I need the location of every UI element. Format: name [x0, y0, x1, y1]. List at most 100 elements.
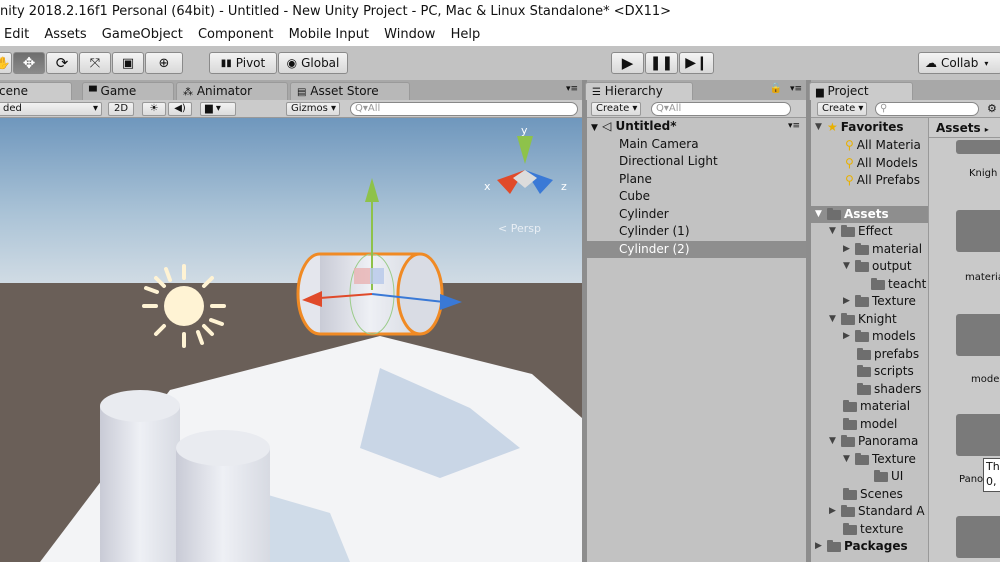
panel-menu-icon[interactable]: ▾≡: [566, 84, 578, 94]
panel-menu-icon[interactable]: ▾≡: [790, 84, 802, 94]
collapse-arrow-icon[interactable]: ▶: [843, 328, 855, 345]
collapse-arrow-icon[interactable]: ▶: [815, 538, 827, 555]
hierarchy-item[interactable]: Cube: [587, 188, 806, 205]
rect-tool-button[interactable]: ▣: [112, 52, 144, 74]
tab-scene[interactable]: cene: [0, 82, 72, 100]
tree-item[interactable]: teacht: [871, 276, 926, 293]
favorite-item[interactable]: ⚲ All Prefabs: [845, 172, 920, 189]
project-create-dropdown[interactable]: Create ▾: [817, 102, 867, 116]
menu-assets[interactable]: Assets: [44, 27, 86, 42]
tab-project[interactable]: ▆ Project: [809, 82, 913, 100]
unity-logo-icon: ◁: [602, 119, 612, 133]
lighting-toggle[interactable]: ☀: [142, 102, 166, 116]
pivot-toggle[interactable]: ▮▮ Pivot: [209, 52, 277, 74]
hand-tool-button[interactable]: ✋: [0, 52, 12, 74]
hierarchy-item[interactable]: Cylinder: [587, 206, 806, 223]
tree-item[interactable]: ▼ Texture: [843, 451, 916, 468]
hierarchy-item[interactable]: Cylinder (1): [587, 223, 806, 240]
tree-item[interactable]: UI: [874, 468, 903, 485]
menu-window[interactable]: Window: [384, 27, 435, 42]
collapse-arrow-icon[interactable]: ▶: [829, 503, 841, 520]
menu-edit[interactable]: Edit: [4, 27, 29, 42]
tree-item[interactable]: ▼ Effect: [829, 223, 893, 240]
global-toggle[interactable]: ◉ Global: [278, 52, 348, 74]
tree-item[interactable]: model: [843, 416, 897, 433]
tree-item[interactable]: Scenes: [843, 486, 903, 503]
menu-help[interactable]: Help: [451, 27, 481, 42]
grid-folder-icon[interactable]: [956, 140, 1000, 154]
favorite-item[interactable]: ⚲ All Materia: [845, 137, 921, 154]
tree-item[interactable]: material: [843, 398, 910, 415]
menu-mobile-input[interactable]: Mobile Input: [289, 27, 369, 42]
tree-item[interactable]: ▼ Knight: [829, 311, 897, 328]
image-icon: ▆: [205, 103, 213, 114]
gizmos-dropdown[interactable]: Gizmos ▾: [286, 102, 340, 116]
project-search-input[interactable]: ⚲: [875, 102, 979, 116]
grid-folder-icon[interactable]: [956, 210, 1000, 252]
filter-icon[interactable]: ⚙: [987, 102, 997, 115]
tree-item-label: prefabs: [874, 347, 920, 361]
tree-item[interactable]: ▼ output: [843, 258, 912, 275]
hierarchy-item[interactable]: Directional Light: [587, 153, 806, 170]
tree-item[interactable]: ▶ Texture: [843, 293, 916, 310]
menu-gameobject[interactable]: GameObject: [102, 27, 183, 42]
menu-component[interactable]: Component: [198, 27, 273, 42]
tab-game[interactable]: ▀ Game: [82, 82, 174, 100]
chevron-down-icon: ▾: [215, 103, 221, 114]
expand-arrow-icon[interactable]: ▼: [843, 258, 855, 275]
scene-canvas[interactable]: y x z < Persp: [0, 118, 582, 562]
grid-folder-icon[interactable]: [956, 516, 1000, 558]
tab-animator[interactable]: ⁂ Animator: [176, 82, 288, 100]
collab-dropdown[interactable]: ☁ Collab ▾: [918, 52, 1000, 74]
grid-folder-icon[interactable]: [956, 414, 1000, 456]
shading-mode-dropdown[interactable]: ded ▾: [0, 102, 102, 116]
favorite-item[interactable]: ⚲ All Models: [845, 155, 918, 172]
tree-item[interactable]: prefabs: [857, 346, 919, 363]
folder-icon: ▆: [816, 87, 824, 98]
tab-hierarchy[interactable]: ☰ Hierarchy: [585, 82, 693, 100]
packages-root[interactable]: ▶ Packages: [815, 538, 908, 555]
hierarchy-item-selected[interactable]: Cylinder (2): [587, 241, 806, 258]
tree-item[interactable]: ▶ Standard A: [829, 503, 925, 520]
tree-item[interactable]: texture: [843, 521, 903, 538]
scene-viewport[interactable]: y x z < Persp: [0, 118, 582, 562]
hierarchy-create-dropdown[interactable]: Create ▾: [591, 102, 641, 116]
scale-tool-button[interactable]: ⤧: [79, 52, 111, 74]
sun-core: [164, 286, 204, 326]
expand-arrow-icon[interactable]: ▼: [829, 311, 841, 328]
favorites-header[interactable]: ▼ ★ Favorites: [815, 119, 903, 136]
tree-item[interactable]: shaders: [857, 381, 921, 398]
audio-toggle[interactable]: ◀): [168, 102, 192, 116]
move-tool-button[interactable]: ✥: [13, 52, 45, 74]
hierarchy-search-input[interactable]: Q▾All: [651, 102, 791, 116]
expand-arrow-icon[interactable]: ▼: [843, 451, 855, 468]
expand-arrow-icon[interactable]: ▼: [829, 223, 841, 240]
rotate-tool-button[interactable]: ⟳: [46, 52, 78, 74]
assets-root[interactable]: ▼ Assets: [811, 206, 928, 223]
scene-search-input[interactable]: Q▾All: [350, 102, 578, 116]
collapse-arrow-icon[interactable]: ▶: [843, 293, 855, 310]
grid-folder-icon[interactable]: [956, 314, 1000, 356]
toggle-2d-button[interactable]: 2D: [108, 102, 134, 116]
expand-arrow-icon[interactable]: ▼: [591, 123, 598, 133]
hierarchy-item[interactable]: Plane: [587, 171, 806, 188]
effects-dropdown[interactable]: ▆ ▾: [200, 102, 236, 116]
expand-arrow-icon[interactable]: ▼: [829, 433, 841, 450]
hierarchy-scene-row[interactable]: ▼ ◁ Untitled* ▾≡: [587, 118, 806, 135]
tab-asset-store[interactable]: ▤ Asset Store: [290, 82, 410, 100]
collapse-arrow-icon[interactable]: ▶: [843, 241, 855, 258]
hierarchy-item[interactable]: Main Camera: [587, 136, 806, 153]
pause-button[interactable]: ❚❚: [645, 52, 678, 74]
scene-menu-icon[interactable]: ▾≡: [788, 118, 800, 135]
expand-arrow-icon[interactable]: ▼: [815, 119, 827, 136]
lock-icon[interactable]: 🔒: [770, 83, 782, 94]
transform-tool-button[interactable]: ⊕: [145, 52, 183, 74]
tree-item[interactable]: ▶ material: [843, 241, 922, 258]
step-button[interactable]: ▶❙: [679, 52, 714, 74]
tree-item[interactable]: ▶ models: [843, 328, 916, 345]
tree-item[interactable]: scripts: [857, 363, 914, 380]
expand-arrow-icon[interactable]: ▼: [815, 206, 827, 223]
folder-icon: [843, 522, 857, 535]
tree-item[interactable]: ▼ Panorama: [829, 433, 918, 450]
play-button[interactable]: ▶: [611, 52, 644, 74]
